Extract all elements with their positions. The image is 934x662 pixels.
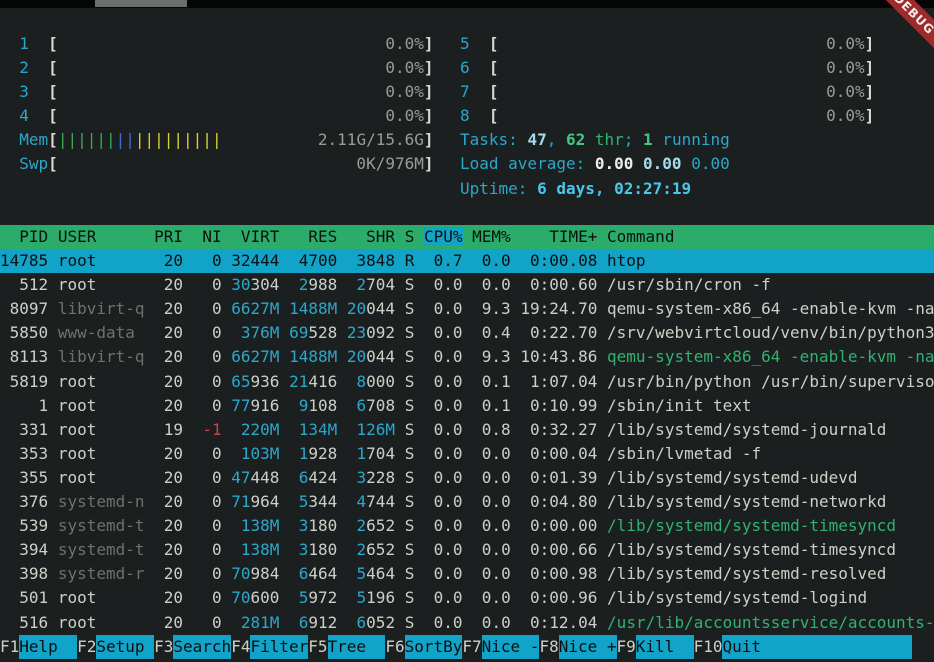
process-row-512[interactable]: 512 root 20 0 30304 2988 2704 S 0.0 0.0 … bbox=[0, 273, 934, 297]
process-row-331[interactable]: 331 root 19 -1 220M 134M 126M S 0.0 0.8 … bbox=[0, 418, 934, 442]
cpu-meter-3: 3 [ 0.0%] bbox=[0, 80, 434, 104]
fkey-action-label: Help bbox=[19, 635, 77, 660]
fkey-action-label: Search bbox=[173, 635, 231, 660]
fkey-key-label: F3 bbox=[154, 635, 173, 660]
column-header-pri[interactable]: PRI bbox=[154, 227, 183, 246]
mem-meter: Mem[||||||||||||||||| 2.11G/15.6G] bbox=[0, 128, 434, 152]
fkey-bar-filler bbox=[780, 635, 912, 660]
process-row-8113[interactable]: 8113 libvirt-q 20 0 6627M 1488M 20044 S … bbox=[0, 345, 934, 369]
process-row-353[interactable]: 353 root 20 0 103M 1928 1704 S 0.0 0.0 0… bbox=[0, 442, 934, 466]
fkey-key-label: F9 bbox=[617, 635, 636, 660]
cpu-meter-2: 2 [ 0.0%] bbox=[0, 56, 434, 80]
meters-right-column: 5 [ 0.0%]6 [ 0.0%]7 [ 0.0%]8 [ 0.0%]Task… bbox=[460, 32, 874, 201]
uptime: Uptime: 6 days, 02:27:19 bbox=[460, 177, 874, 201]
fkey-f4[interactable]: F4Filter bbox=[231, 635, 308, 660]
column-header-s[interactable]: S bbox=[405, 227, 415, 246]
fkey-action-label: Filter bbox=[250, 635, 308, 660]
tasks-summary: Tasks: 47, 62 thr; 1 running bbox=[460, 128, 874, 152]
column-header-virt[interactable]: VIRT bbox=[231, 227, 279, 246]
cpu-meter-8: 8 [ 0.0%] bbox=[460, 104, 874, 128]
htop-screen: 1 [ 0.0%] 2 [ 0.0%] 3 [ 0.0%] 4 [ 0.0%] … bbox=[0, 0, 934, 662]
fkey-action-label: Nice - bbox=[482, 635, 540, 660]
column-header-command[interactable]: Command bbox=[607, 227, 674, 246]
cpu-meter-7: 7 [ 0.0%] bbox=[460, 80, 874, 104]
process-row-1[interactable]: 1 root 20 0 77916 9108 6708 S 0.0 0.1 0:… bbox=[0, 394, 934, 418]
window-top-strip bbox=[0, 0, 934, 8]
fkey-key-label: F7 bbox=[462, 635, 481, 660]
fkey-key-label: F1 bbox=[0, 635, 19, 660]
fkey-key-label: F5 bbox=[308, 635, 327, 660]
fkey-f9[interactable]: F9Kill bbox=[617, 635, 694, 660]
column-header-cpu[interactable]: CPU% bbox=[424, 227, 463, 246]
fkey-f1[interactable]: F1Help bbox=[0, 635, 77, 660]
process-row-376[interactable]: 376 systemd-n 20 0 71964 5344 4744 S 0.0… bbox=[0, 490, 934, 514]
process-row-14785[interactable]: 14785 root 20 0 32444 4700 3848 R 0.7 0.… bbox=[0, 249, 934, 273]
load-average: Load average: 0.00 0.00 0.00 bbox=[460, 152, 874, 176]
fkey-action-label: Nice + bbox=[559, 635, 617, 660]
column-header-res[interactable]: RES bbox=[289, 227, 337, 246]
fkey-action-label: SortBy bbox=[405, 635, 463, 660]
swap-meter: Swp[ 0K/976M] bbox=[0, 152, 434, 176]
fkey-key-label: F4 bbox=[231, 635, 250, 660]
fkey-f2[interactable]: F2Setup bbox=[77, 635, 154, 660]
fkey-action-label: Setup bbox=[96, 635, 154, 660]
column-header-pid[interactable]: PID bbox=[0, 227, 48, 246]
process-row-394[interactable]: 394 systemd-t 20 0 138M 3180 2652 S 0.0 … bbox=[0, 538, 934, 562]
htop-terminal: 1 [ 0.0%] 2 [ 0.0%] 3 [ 0.0%] 4 [ 0.0%] … bbox=[0, 8, 934, 662]
column-header-ni[interactable]: NI bbox=[193, 227, 222, 246]
process-row-501[interactable]: 501 root 20 0 70600 5972 5196 S 0.0 0.0 … bbox=[0, 586, 934, 610]
table-header-row: PID USER PRI NI VIRT RES SHR S CPU% MEM%… bbox=[0, 225, 934, 249]
column-header-time[interactable]: TIME+ bbox=[520, 227, 597, 246]
fkey-f7[interactable]: F7Nice - bbox=[462, 635, 539, 660]
fkey-f5[interactable]: F5Tree bbox=[308, 635, 385, 660]
process-row-539[interactable]: 539 systemd-t 20 0 138M 3180 2652 S 0.0 … bbox=[0, 514, 934, 538]
process-row-5850[interactable]: 5850 www-data 20 0 376M 69528 23092 S 0.… bbox=[0, 321, 934, 345]
process-table: PID USER PRI NI VIRT RES SHR S CPU% MEM%… bbox=[0, 225, 934, 635]
cpu-meter-4: 4 [ 0.0%] bbox=[0, 104, 434, 128]
fkey-key-label: F2 bbox=[77, 635, 96, 660]
function-key-bar: F1Help F2Setup F3SearchF4FilterF5Tree F6… bbox=[0, 635, 912, 660]
fkey-key-label: F6 bbox=[385, 635, 404, 660]
cpu-meter-5: 5 [ 0.0%] bbox=[460, 32, 874, 56]
fkey-key-label: F8 bbox=[539, 635, 558, 660]
process-row-8097[interactable]: 8097 libvirt-q 20 0 6627M 1488M 20044 S … bbox=[0, 297, 934, 321]
fkey-f10[interactable]: F10Quit bbox=[694, 635, 781, 660]
column-header-shr[interactable]: SHR bbox=[347, 227, 395, 246]
process-row-355[interactable]: 355 root 20 0 47448 6424 3228 S 0.0 0.0 … bbox=[0, 466, 934, 490]
fkey-f3[interactable]: F3Search bbox=[154, 635, 231, 660]
fkey-f6[interactable]: F6SortBy bbox=[385, 635, 462, 660]
column-header-mem[interactable]: MEM% bbox=[472, 227, 511, 246]
fkey-action-label: Kill bbox=[636, 635, 694, 660]
cpu-meter-1: 1 [ 0.0%] bbox=[0, 32, 434, 56]
scrollbar-thumb[interactable] bbox=[95, 0, 187, 7]
process-row-516[interactable]: 516 root 20 0 281M 6912 6052 S 0.0 0.0 0… bbox=[0, 611, 934, 635]
fkey-action-label: Tree bbox=[328, 635, 386, 660]
fkey-f8[interactable]: F8Nice + bbox=[539, 635, 616, 660]
fkey-key-label: F10 bbox=[694, 635, 723, 660]
fkey-action-label: Quit bbox=[722, 635, 780, 660]
process-row-5819[interactable]: 5819 root 20 0 65936 21416 8000 S 0.0 0.… bbox=[0, 370, 934, 394]
process-row-398[interactable]: 398 systemd-r 20 0 70984 6464 5464 S 0.0… bbox=[0, 562, 934, 586]
column-header-user[interactable]: USER bbox=[58, 227, 145, 246]
meters-left-column: 1 [ 0.0%] 2 [ 0.0%] 3 [ 0.0%] 4 [ 0.0%] … bbox=[0, 32, 434, 177]
cpu-meter-6: 6 [ 0.0%] bbox=[460, 56, 874, 80]
